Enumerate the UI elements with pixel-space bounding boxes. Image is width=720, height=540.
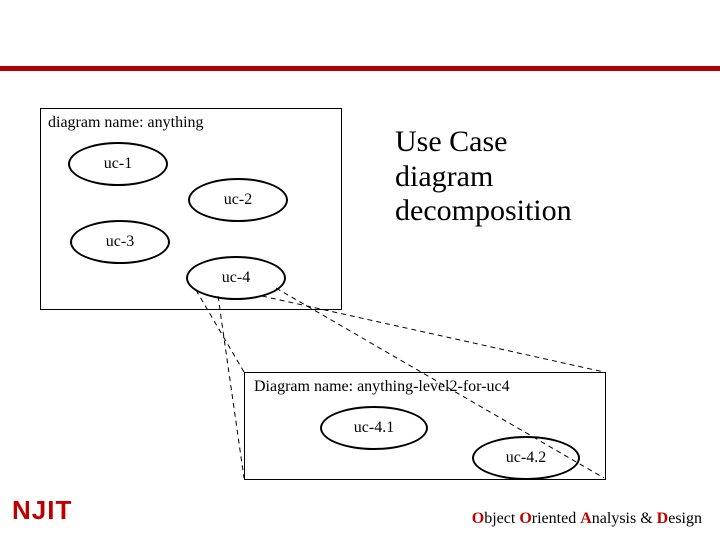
- uc4-label: uc-4: [222, 269, 250, 287]
- footer-t2: riented: [532, 510, 580, 527]
- uc41-label: uc-4.1: [354, 419, 394, 437]
- title-line-1: Use Case: [395, 125, 507, 158]
- footer-text: Object Oriented Analysis & Design: [472, 510, 702, 528]
- uc3-label: uc-3: [106, 233, 134, 251]
- uc1-label: uc-1: [104, 155, 132, 173]
- use-case-uc4: uc-4: [186, 256, 286, 300]
- uc42-label: uc-4.2: [506, 449, 546, 467]
- njit-logo: NJIT: [12, 495, 72, 526]
- footer-a: A: [580, 510, 592, 527]
- footer-o2: O: [519, 510, 531, 527]
- use-case-uc3: uc-3: [70, 220, 170, 264]
- title-line-2: diagram: [395, 160, 493, 193]
- uc2-label: uc-2: [224, 191, 252, 209]
- accent-bar: [0, 66, 720, 71]
- slide-title: Use Case diagram decomposition: [395, 125, 572, 229]
- use-case-uc2: uc-2: [188, 178, 288, 222]
- top-box-label: diagram name: anything: [48, 114, 204, 132]
- footer-d: D: [657, 510, 669, 527]
- footer-o1: O: [472, 510, 484, 527]
- footer-t4: esign: [668, 510, 702, 527]
- title-line-3: decomposition: [395, 194, 572, 227]
- footer-t1: bject: [484, 510, 519, 527]
- bottom-box-label: Diagram name: anything-level2-for-uc4: [254, 378, 510, 396]
- use-case-uc4-1: uc-4.1: [320, 406, 428, 450]
- footer-t3: nalysis &: [592, 510, 657, 527]
- use-case-uc4-2: uc-4.2: [472, 436, 580, 480]
- use-case-uc1: uc-1: [68, 142, 168, 186]
